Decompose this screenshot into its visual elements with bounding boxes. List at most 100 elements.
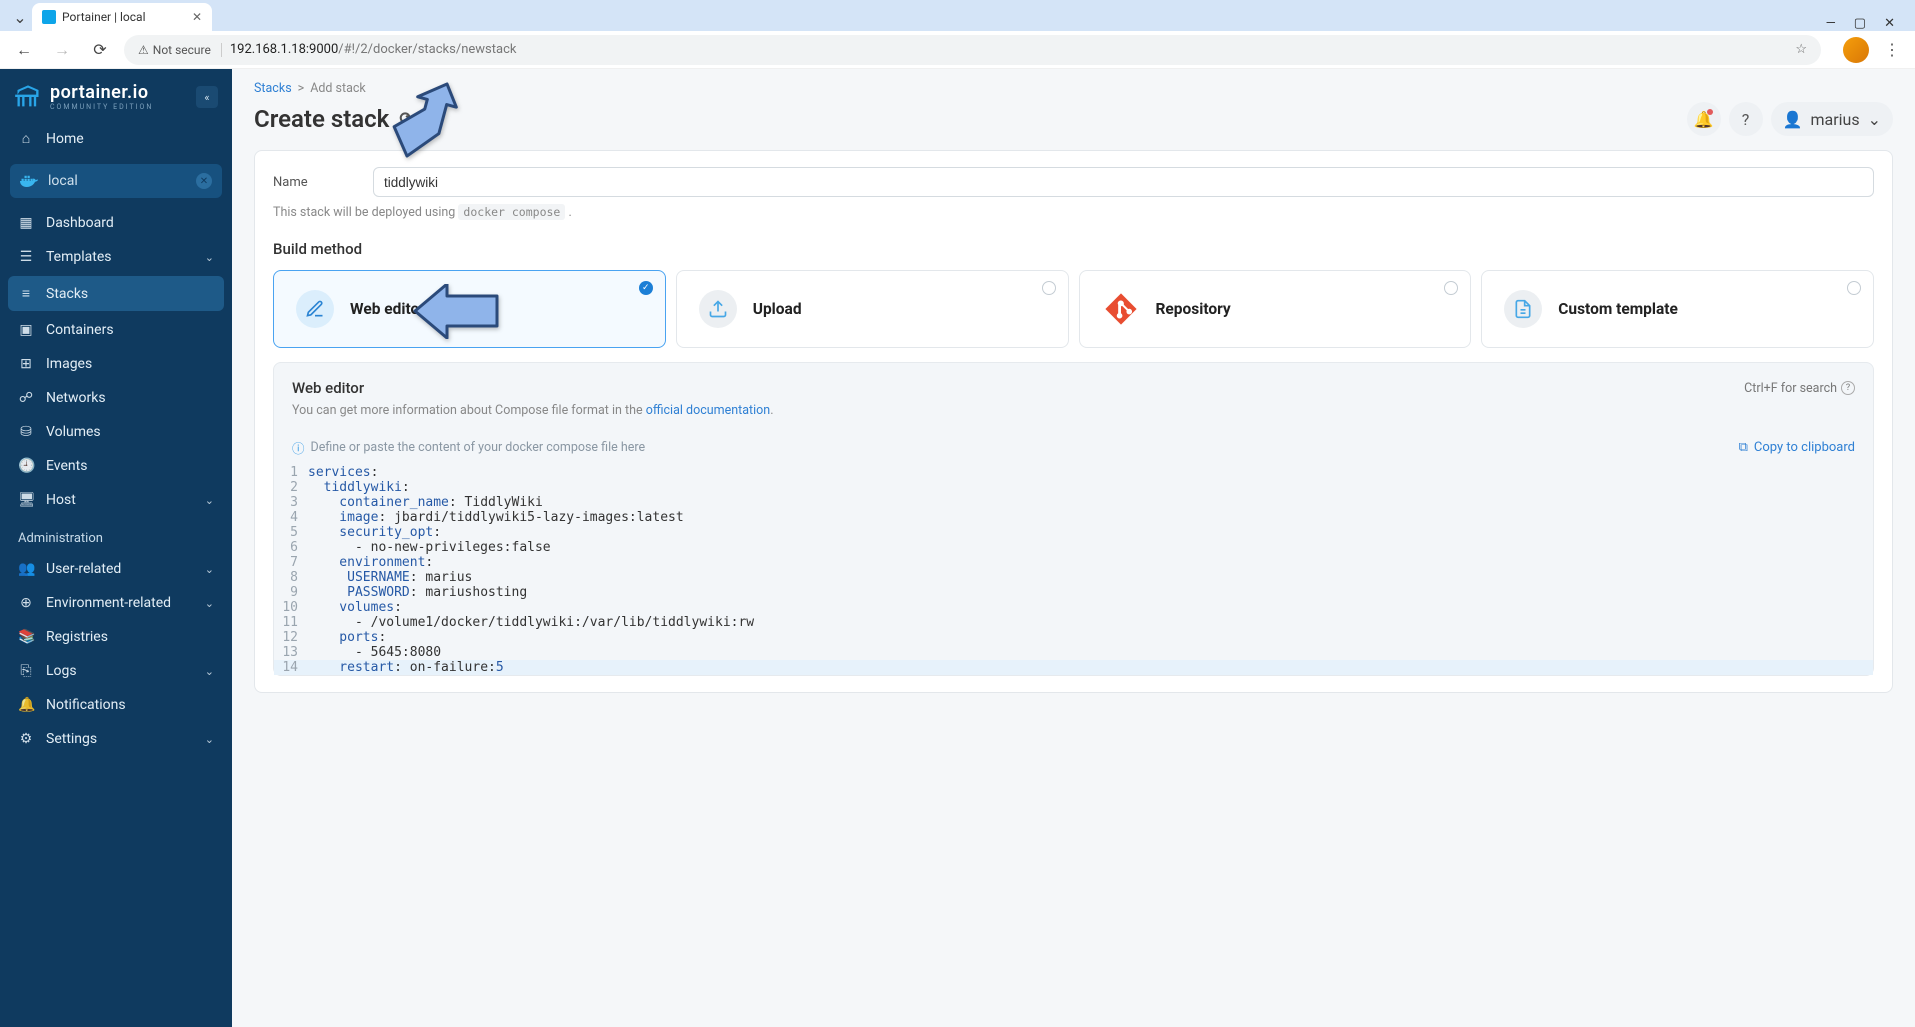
tab-list-dropdown[interactable]: ⌄ <box>8 3 32 31</box>
refresh-icon[interactable]: ⟳ <box>399 109 413 129</box>
bell-icon: 🔔 <box>1694 110 1714 129</box>
build-method-custom-template[interactable]: Custom template <box>1481 270 1874 348</box>
sidebar-collapse-button[interactable]: « <box>196 86 218 108</box>
notifications-button[interactable]: 🔔 <box>1687 102 1721 136</box>
nav-icon: ⚙ <box>18 731 34 747</box>
profile-avatar[interactable] <box>1843 37 1869 63</box>
code-line[interactable]: 1services: <box>274 465 1873 480</box>
chevron-down-icon: ⌄ <box>205 665 214 678</box>
nav-icon: ⊞ <box>18 356 34 372</box>
chevron-down-icon: ⌄ <box>205 251 214 264</box>
breadcrumb: Stacks > Add stack <box>254 81 1893 96</box>
chevron-down-icon: ⌄ <box>205 563 214 576</box>
sidebar-item-containers[interactable]: ▣Containers <box>0 313 232 347</box>
sidebar-item-stacks[interactable]: ≡Stacks <box>8 276 224 311</box>
stack-form-panel: Name This stack will be deployed using d… <box>254 150 1893 693</box>
info-icon: ⓘ <box>292 438 305 457</box>
method-icon <box>296 290 334 328</box>
nav-reload-icon[interactable]: ⟳ <box>86 36 114 64</box>
code-line[interactable]: 2 tiddlywiki: <box>274 480 1873 495</box>
radio-indicator: ✓ <box>639 281 653 295</box>
help-icon: ? <box>1742 110 1750 129</box>
window-minimize-icon[interactable]: ― <box>1826 16 1836 31</box>
radio-indicator <box>1042 281 1056 295</box>
code-line[interactable]: 6 - no-new-privileges:false <box>274 540 1873 555</box>
editor-placeholder-hint: ⓘ Define or paste the content of your do… <box>292 438 645 457</box>
browser-menu-icon[interactable]: ⋮ <box>1879 40 1905 59</box>
breadcrumb-root[interactable]: Stacks <box>254 81 292 96</box>
brand-edition: COMMUNITY EDITION <box>50 104 153 111</box>
sidebar-item-logs[interactable]: ⎘Logs⌄ <box>0 654 232 688</box>
help-icon[interactable]: ? <box>1841 381 1855 395</box>
bookmark-star-icon[interactable]: ☆ <box>1795 42 1807 57</box>
radio-indicator <box>1847 281 1861 295</box>
method-icon <box>1102 290 1140 328</box>
sidebar-item-user-related[interactable]: 👥User-related⌄ <box>0 552 232 586</box>
build-method-web-editor[interactable]: Web editor ✓ <box>273 270 666 348</box>
chevron-down-icon: ⌄ <box>205 494 214 507</box>
sidebar-item-label: local <box>48 173 78 189</box>
sidebar-item-label: Dashboard <box>46 215 114 231</box>
code-line[interactable]: 12 ports: <box>274 630 1873 645</box>
sidebar-item-home[interactable]: ⌂ Home <box>0 121 232 156</box>
browser-tab[interactable]: Portainer | local ✕ <box>32 3 212 31</box>
window-controls: ― ▢ ✕ <box>1814 16 1907 31</box>
sidebar-item-images[interactable]: ⊞ Images <box>0 347 232 381</box>
line-number: 11 <box>274 615 308 630</box>
name-label: Name <box>273 175 343 190</box>
nav-back-icon[interactable]: ← <box>10 36 38 64</box>
security-label: Not secure <box>153 43 211 57</box>
sidebar-item-registries[interactable]: 📚Registries <box>0 620 232 654</box>
sidebar-item-settings[interactable]: ⚙Settings⌄ <box>0 722 232 756</box>
sidebar-item-volumes[interactable]: ⛁Volumes <box>0 415 232 449</box>
nav-icon: ⎘ <box>18 663 34 679</box>
help-button[interactable]: ? <box>1729 102 1763 136</box>
sidebar-item-events[interactable]: 🕘Events <box>0 449 232 483</box>
code-line[interactable]: 5 security_opt: <box>274 525 1873 540</box>
code-line[interactable]: 13 - 5645:8080 <box>274 645 1873 660</box>
line-number: 5 <box>274 525 308 540</box>
security-badge[interactable]: ⚠ Not secure <box>138 43 222 57</box>
copy-to-clipboard-button[interactable]: ⧉ Copy to clipboard <box>1739 440 1855 455</box>
warning-icon: ⚠ <box>138 43 149 57</box>
sidebar-item-notifications[interactable]: 🔔Notifications <box>0 688 232 722</box>
user-menu[interactable]: 👤 marius ⌄ <box>1771 102 1893 136</box>
brand-logo[interactable]: portainer.io COMMUNITY EDITION <box>14 83 153 111</box>
code-line[interactable]: 14 restart: on-failure:5 <box>274 660 1873 675</box>
sidebar-item-environment-related[interactable]: ⊕Environment-related⌄ <box>0 586 232 620</box>
code-line[interactable]: 8 USERNAME: marius <box>274 570 1873 585</box>
stack-name-input[interactable] <box>373 167 1874 197</box>
main-content: Stacks > Add stack Create stack ⟳ 🔔 ? <box>232 69 1915 1027</box>
method-title: Web editor <box>350 300 425 318</box>
brand-name: portainer.io <box>50 84 153 102</box>
home-icon: ⌂ <box>18 130 34 147</box>
code-line[interactable]: 9 PASSWORD: mariushosting <box>274 585 1873 600</box>
sidebar-item-label: Images <box>46 356 92 372</box>
sidebar-item-templates[interactable]: ☰Templates⌄ <box>0 240 232 274</box>
docker-icon <box>20 174 38 188</box>
compose-editor[interactable]: 1services:2 tiddlywiki:3 container_name:… <box>274 465 1873 675</box>
sidebar-item-label: Stacks <box>46 286 88 302</box>
code-line[interactable]: 7 environment: <box>274 555 1873 570</box>
chevron-down-icon: ⌄ <box>205 733 214 746</box>
sidebar-item-host[interactable]: 🖥Host⌄ <box>0 483 232 517</box>
code-line[interactable]: 11 - /volume1/docker/tiddlywiki:/var/lib… <box>274 615 1873 630</box>
address-bar[interactable]: ⚠ Not secure 192.168.1.18:9000/#!/2/dock… <box>124 35 1821 65</box>
sidebar-item-networks[interactable]: ☍Networks <box>0 381 232 415</box>
sidebar-item-label: Registries <box>46 629 108 645</box>
sidebar-environment-local[interactable]: local ✕ <box>10 164 222 198</box>
line-number: 1 <box>274 465 308 480</box>
line-number: 2 <box>274 480 308 495</box>
build-method-repository[interactable]: Repository <box>1079 270 1472 348</box>
sidebar-item-dashboard[interactable]: ▦Dashboard <box>0 206 232 240</box>
window-maximize-icon[interactable]: ▢ <box>1854 16 1866 31</box>
code-line[interactable]: 4 image: jbardi/tiddlywiki5-lazy-images:… <box>274 510 1873 525</box>
close-env-icon[interactable]: ✕ <box>196 173 212 189</box>
docs-link[interactable]: official documentation <box>646 403 770 418</box>
window-close-icon[interactable]: ✕ <box>1884 16 1895 31</box>
code-line[interactable]: 3 container_name: TiddlyWiki <box>274 495 1873 510</box>
nav-icon: ⛁ <box>18 424 34 440</box>
code-line[interactable]: 10 volumes: <box>274 600 1873 615</box>
tab-close-icon[interactable]: ✕ <box>192 10 202 24</box>
build-method-upload[interactable]: Upload <box>676 270 1069 348</box>
